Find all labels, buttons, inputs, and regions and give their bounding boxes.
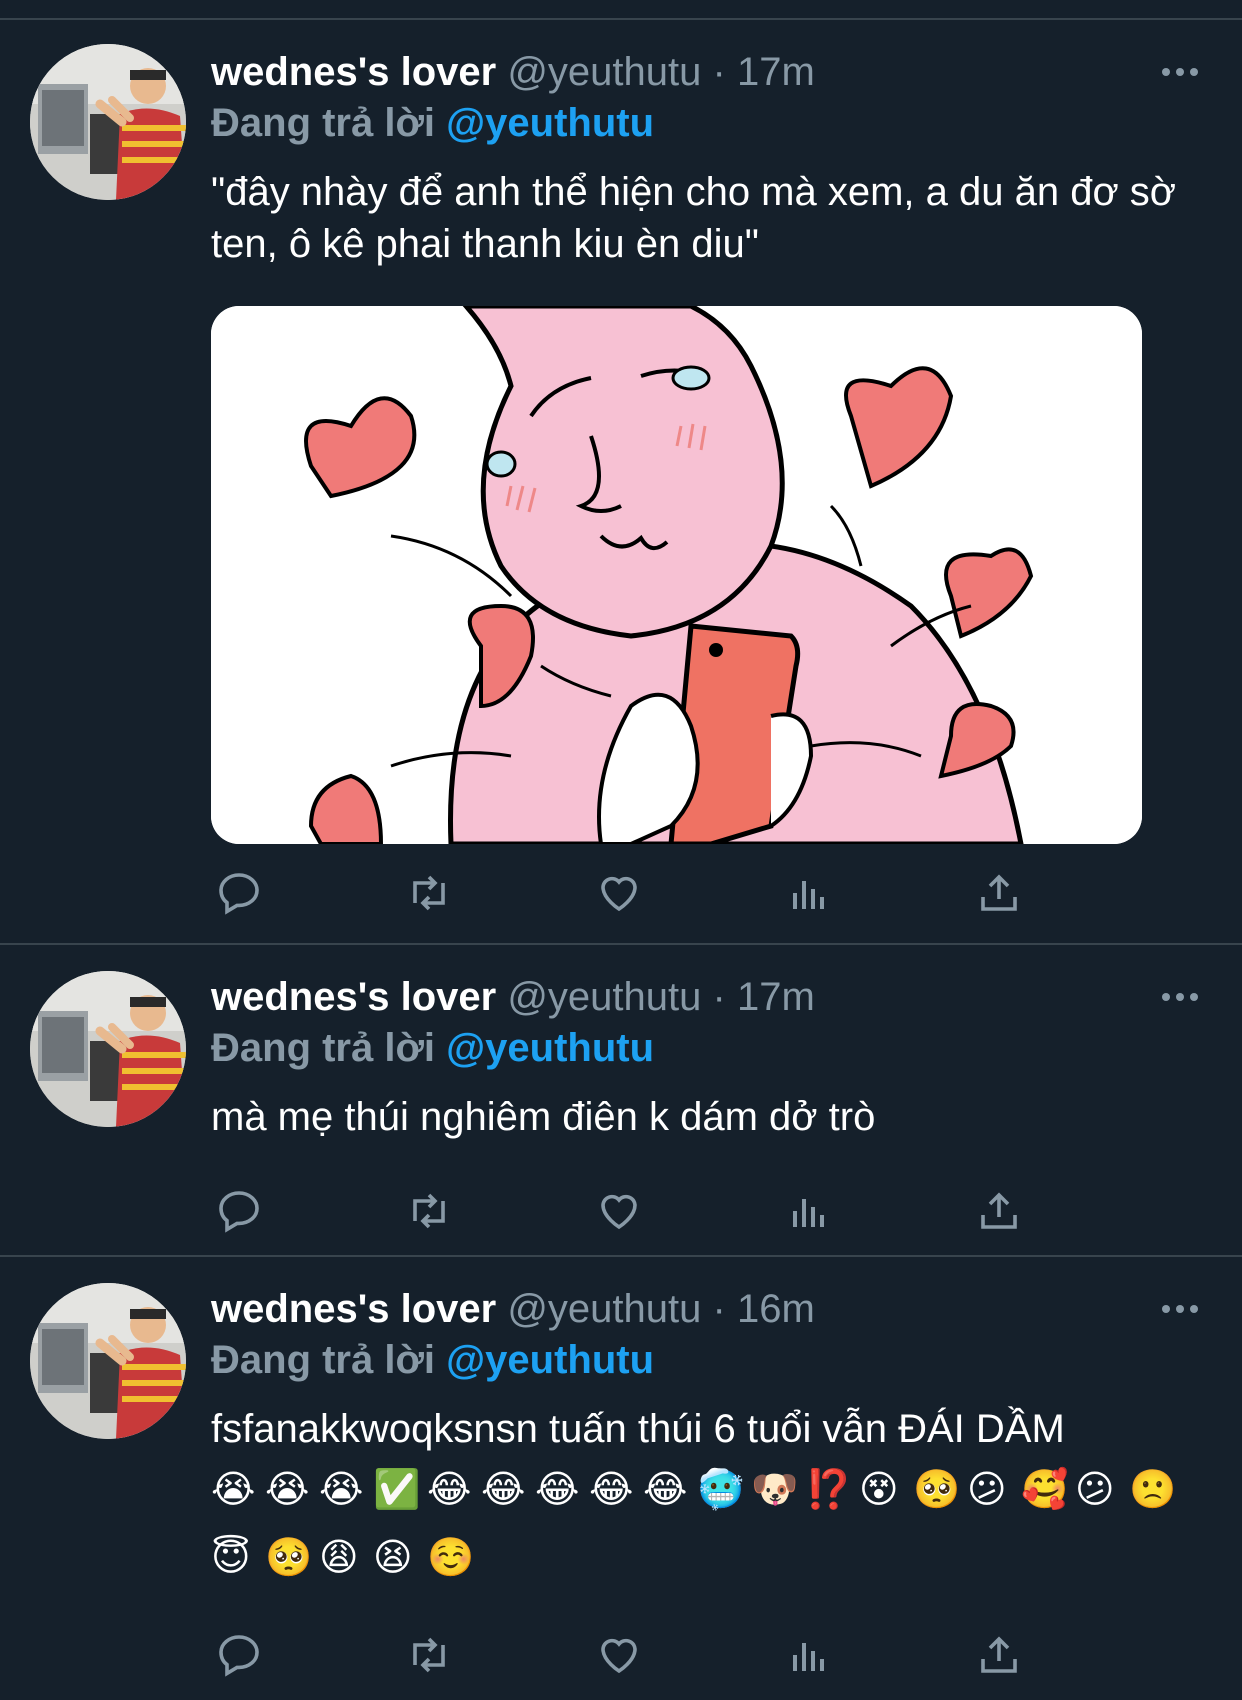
avatar[interactable]	[30, 1283, 186, 1439]
emoji: 😂	[481, 1469, 526, 1511]
analytics-icon[interactable]	[781, 865, 837, 921]
more-options-icon[interactable]	[1160, 987, 1200, 1007]
replying-to-handle[interactable]: @yeuthutu	[446, 1026, 654, 1070]
emoji: 😂	[589, 1469, 634, 1511]
emoji: 🥺	[913, 1469, 961, 1511]
reply-icon[interactable]	[211, 1183, 267, 1239]
display-name[interactable]: wednes's lover	[211, 50, 496, 94]
avatar-photo	[30, 1283, 186, 1439]
replying-to-label: Đang trả lời	[211, 1026, 436, 1070]
username[interactable]: @yeuthutu	[507, 50, 701, 94]
replying-to: Đang trả lời @yeuthutu	[211, 1023, 654, 1073]
separator: ·	[712, 975, 726, 1019]
like-icon[interactable]	[591, 1183, 647, 1239]
emoji: 😵	[859, 1469, 899, 1511]
share-icon[interactable]	[971, 1183, 1027, 1239]
reply-icon[interactable]	[211, 1627, 267, 1683]
emoji: 🥺	[265, 1537, 313, 1579]
emoji: ⁉️	[805, 1469, 853, 1511]
emoji: 😇	[211, 1537, 251, 1579]
emoji: 😩	[319, 1537, 359, 1579]
reply-icon[interactable]	[211, 865, 267, 921]
more-options-icon[interactable]	[1160, 1299, 1200, 1319]
timestamp[interactable]: 17m	[737, 50, 815, 94]
emoji: 😕	[967, 1469, 1007, 1511]
display-name[interactable]: wednes's lover	[211, 1287, 496, 1331]
tweet-1[interactable]: wednes's lover @yeuthutu · 17m Đang trả …	[0, 20, 1242, 945]
separator: ·	[712, 50, 726, 94]
tweet-image[interactable]	[211, 306, 1142, 844]
tweet-actions	[211, 865, 1091, 921]
retweet-icon[interactable]	[401, 1627, 457, 1683]
emoji: 😂	[427, 1469, 472, 1511]
pink-blob-illustration-icon	[211, 306, 1142, 844]
separator: ·	[712, 1287, 726, 1331]
share-icon[interactable]	[971, 865, 1027, 921]
retweet-icon[interactable]	[401, 865, 457, 921]
timestamp[interactable]: 17m	[737, 975, 815, 1019]
emoji: 😂	[643, 1469, 688, 1511]
emoji: 😭	[211, 1469, 256, 1511]
tweet-text: "đây nhày để anh thể hiện cho mà xem, a …	[211, 170, 1177, 266]
replying-to-handle[interactable]: @yeuthutu	[446, 1338, 654, 1382]
more-options-icon[interactable]	[1160, 62, 1200, 82]
analytics-icon[interactable]	[781, 1627, 837, 1683]
emoji: ☺️	[427, 1537, 475, 1579]
emoji: 😭	[319, 1469, 364, 1511]
emoji-row-2: 😇 🥺 😩 😫 ☺️	[211, 1535, 481, 1581]
emoji: ✅	[373, 1469, 421, 1511]
replying-to-label: Đang trả lời	[211, 1338, 436, 1382]
analytics-icon[interactable]	[781, 1183, 837, 1239]
emoji: 🥰	[1021, 1469, 1069, 1511]
emoji: 😕	[1075, 1469, 1115, 1511]
emoji: 😂	[535, 1469, 580, 1511]
tweet-text: mà mẹ thúi nghiêm điên k dám dở trò	[211, 1095, 876, 1139]
avatar-photo	[30, 44, 186, 200]
username[interactable]: @yeuthutu	[507, 975, 701, 1019]
replying-to: Đang trả lời @yeuthutu	[211, 1335, 654, 1385]
like-icon[interactable]	[591, 1627, 647, 1683]
tweet-2[interactable]: wednes's lover @yeuthutu · 17m Đang trả …	[0, 945, 1242, 1257]
tweet-header: wednes's lover @yeuthutu · 17m	[211, 46, 815, 98]
tweet-header: wednes's lover @yeuthutu · 17m	[211, 971, 815, 1023]
avatar[interactable]	[30, 971, 186, 1127]
emoji: 😭	[265, 1469, 310, 1511]
replying-to-label: Đang trả lời	[211, 101, 436, 145]
emoji: 🐶	[751, 1469, 799, 1511]
share-icon[interactable]	[971, 1627, 1027, 1683]
display-name[interactable]: wednes's lover	[211, 975, 496, 1019]
emoji-row-1: 😭 😭 😭 ✅ 😂 😂 😂 😂 😂 🥶 🐶 ⁉️ 😵 🥺 😕 🥰 😕 🙁	[211, 1467, 1183, 1513]
tweet-header: wednes's lover @yeuthutu · 16m	[211, 1283, 815, 1335]
emoji: 🙁	[1129, 1469, 1177, 1511]
like-icon[interactable]	[591, 865, 647, 921]
retweet-icon[interactable]	[401, 1183, 457, 1239]
tweet-text: fsfanakkwoqksnsn tuấn thúi 6 tuổi vẫn ĐÁ…	[211, 1407, 1065, 1451]
tweet-actions	[211, 1183, 1091, 1239]
emoji: 😫	[373, 1537, 413, 1579]
replying-to-handle[interactable]: @yeuthutu	[446, 101, 654, 145]
avatar[interactable]	[30, 44, 186, 200]
timestamp[interactable]: 16m	[737, 1287, 815, 1331]
tweet-actions	[211, 1627, 1091, 1683]
username[interactable]: @yeuthutu	[507, 1287, 701, 1331]
avatar-photo	[30, 971, 186, 1127]
tweet-3[interactable]: wednes's lover @yeuthutu · 16m Đang trả …	[0, 1257, 1242, 1700]
replying-to: Đang trả lời @yeuthutu	[211, 98, 654, 148]
emoji: 🥶	[697, 1469, 745, 1511]
